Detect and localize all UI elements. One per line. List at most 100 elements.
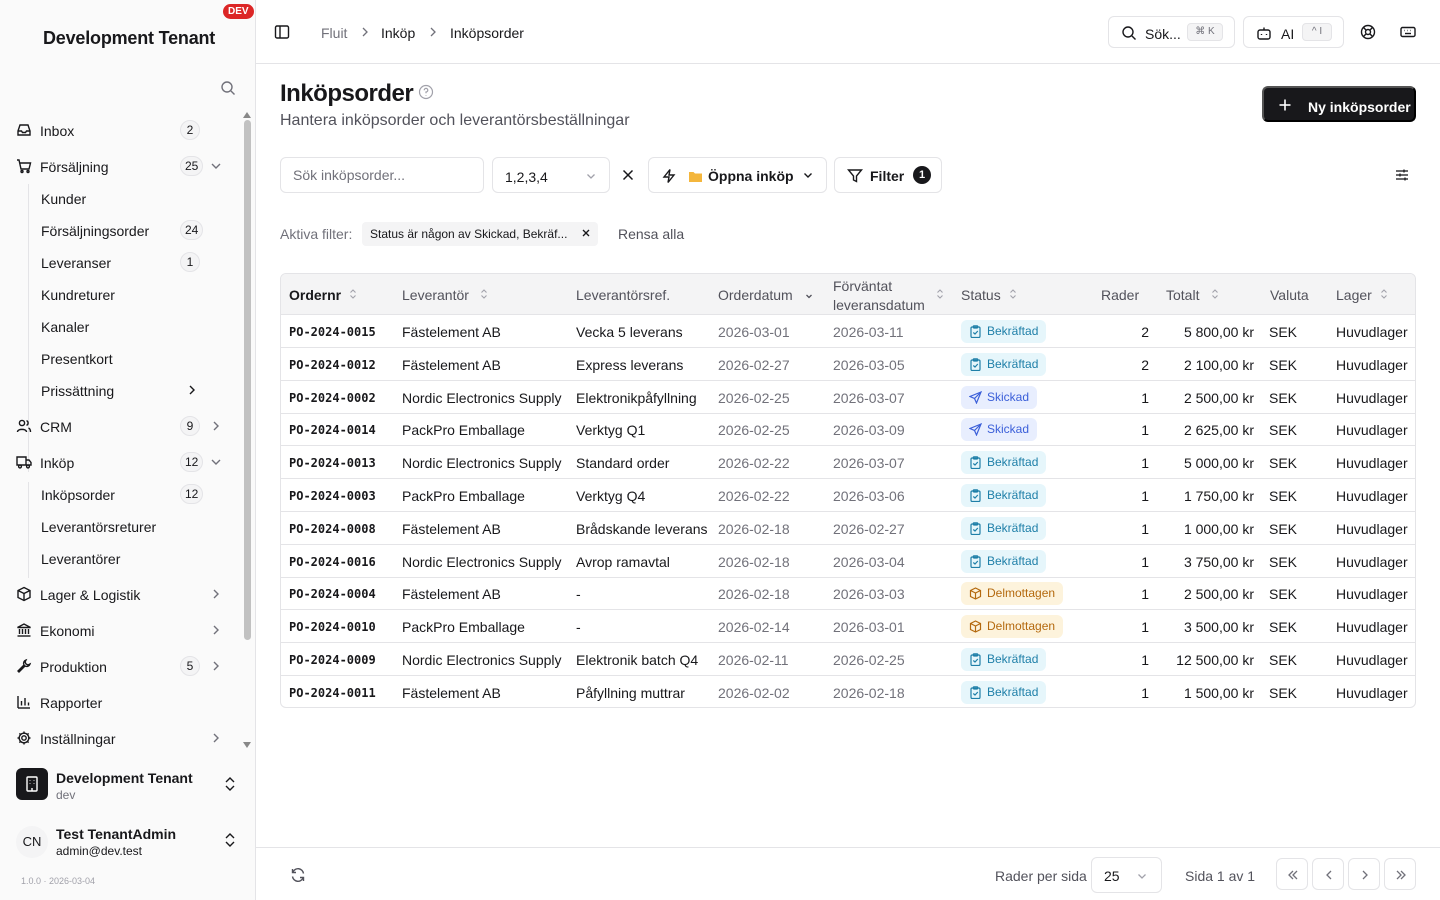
col-order-date[interactable]: Orderdatum <box>718 287 793 303</box>
scroll-thumb[interactable] <box>244 120 251 640</box>
sidebar-toggle-icon[interactable] <box>274 24 290 40</box>
table-row[interactable]: PO-2024-0013 Nordic Electronics Supply Sta… <box>281 446 1415 480</box>
col-total[interactable]: Totalt <box>1166 287 1199 303</box>
chevron-right-icon <box>1362 870 1368 880</box>
sidebar-item-label: Leverantörer <box>41 551 121 567</box>
sidebar-item-kanaler[interactable]: Kanaler <box>0 310 240 342</box>
table-row[interactable]: PO-2024-0003 PackPro Emballage Verktyg Q4 2… <box>281 479 1415 512</box>
order-number[interactable]: PO-2024-0016 <box>289 555 376 569</box>
sidebar-item-lager-logistik[interactable]: Lager & Logistik <box>0 576 240 612</box>
filter-button[interactable]: Filter 1 <box>834 157 942 193</box>
sidebar-scrollbar[interactable] <box>243 112 251 752</box>
sidebar-search-icon[interactable] <box>220 80 236 96</box>
sidebar-item-forsaljning[interactable]: Försäljning 25 <box>0 148 240 184</box>
sidebar-item-installningar[interactable]: Inställningar <box>0 720 240 752</box>
order-number[interactable]: PO-2024-0012 <box>289 358 376 372</box>
sidebar-item-produktion[interactable]: Produktion 5 <box>0 648 240 684</box>
table-row[interactable]: PO-2024-0008 Fästelement AB Brådskande lev… <box>281 512 1415 545</box>
status-select[interactable]: 1,2,3,4 <box>492 157 610 193</box>
org-name: Development Tenant <box>56 770 193 786</box>
col-warehouse[interactable]: Lager <box>1336 287 1372 303</box>
help-icon[interactable] <box>418 84 434 100</box>
sidebar-item-ekonomi[interactable]: Ekonomi <box>0 612 240 648</box>
keyboard-icon[interactable] <box>1400 24 1416 40</box>
sidebar-item-prissattning[interactable]: Prissättning <box>0 374 240 406</box>
order-number[interactable]: PO-2024-0009 <box>289 653 376 667</box>
sidebar-item-leverantorsreturer[interactable]: Leverantörsreturer <box>0 510 240 542</box>
sort-icon[interactable] <box>936 289 944 299</box>
warehouse: Huvudlager <box>1336 455 1408 472</box>
sort-icon[interactable] <box>1211 289 1219 299</box>
clear-selection-icon[interactable] <box>620 167 636 183</box>
remove-filter-icon[interactable] <box>580 227 592 239</box>
table-row[interactable]: PO-2024-0014 PackPro Emballage Verktyg Q1 2… <box>281 413 1415 447</box>
table-row[interactable]: PO-2024-0010 PackPro Emballage - 2026-02-14… <box>281 610 1415 644</box>
rows-per-page-select[interactable]: 25 <box>1091 857 1162 893</box>
scroll-up-arrow[interactable] <box>243 112 251 118</box>
previous-page-button[interactable] <box>1312 858 1344 890</box>
order-date: 2026-02-25 <box>718 389 790 406</box>
sidebar-item-forsaljningsorder[interactable]: Försäljningsorder 24 <box>0 214 240 246</box>
table-row[interactable]: PO-2024-0012 Fästelement AB Express levera… <box>281 348 1415 381</box>
saved-view-button[interactable]: Öppna inköp <box>648 157 827 193</box>
col-expected-2[interactable]: leveransdatum <box>833 297 925 313</box>
warehouse: Huvudlager <box>1336 586 1408 603</box>
order-number[interactable]: PO-2024-0013 <box>289 456 376 470</box>
table-row[interactable]: PO-2024-0016 Nordic Electronics Supply Avr… <box>281 545 1415 578</box>
sidebar-item-kunder[interactable]: Kunder <box>0 182 240 214</box>
sort-icon[interactable] <box>1009 289 1017 299</box>
global-search-button[interactable]: Sök... ⌘ K <box>1108 16 1235 48</box>
order-number[interactable]: PO-2024-0011 <box>289 686 376 700</box>
next-page-button[interactable] <box>1348 858 1380 890</box>
breadcrumb-item[interactable]: Inköp <box>381 25 415 41</box>
table-row[interactable]: PO-2024-0009 Nordic Electronics Supply Ele… <box>281 643 1415 676</box>
status-label: Delmottagen <box>987 619 1056 634</box>
sidebar-item-inkop[interactable]: Inköp 12 <box>0 444 240 480</box>
scroll-down-arrow[interactable] <box>243 742 251 748</box>
sidebar-item-label: Kunder <box>41 191 87 207</box>
refresh-icon[interactable] <box>290 867 306 883</box>
order-number[interactable]: PO-2024-0002 <box>289 391 376 405</box>
table-row[interactable]: PO-2024-0015 Fästelement AB Vecka 5 levera… <box>281 315 1415 348</box>
sort-icon[interactable] <box>480 289 488 299</box>
status-badge: Skickad <box>961 385 1038 409</box>
sidebar-item-leveranser[interactable]: Leveranser 1 <box>0 246 240 278</box>
sidebar-item-leverantorer[interactable]: Leverantörer <box>0 542 240 574</box>
top-header: Fluit Inköp Inköpsorder Sök... ⌘ K AI ^ … <box>256 0 1440 64</box>
order-number[interactable]: PO-2024-0010 <box>289 620 376 634</box>
sidebar-item-rapporter[interactable]: Rapporter <box>0 684 240 720</box>
col-status[interactable]: Status <box>961 287 1001 303</box>
order-number[interactable]: PO-2024-0003 <box>289 489 376 503</box>
order-number[interactable]: PO-2024-0014 <box>289 423 376 437</box>
tenant-title: Development Tenant <box>43 28 216 48</box>
order-number[interactable]: PO-2024-0015 <box>289 325 376 339</box>
last-page-button[interactable] <box>1384 858 1416 890</box>
table-row[interactable]: PO-2024-0004 Fästelement AB - 2026-02-18 202… <box>281 577 1415 611</box>
sidebar-item-inbox[interactable]: Inbox 2 <box>0 112 240 148</box>
order-number[interactable]: PO-2024-0004 <box>289 587 376 601</box>
new-purchase-order-button[interactable]: Ny inköpsorder <box>1262 86 1416 122</box>
sort-icon[interactable] <box>1380 289 1388 299</box>
first-page-button[interactable] <box>1276 858 1308 890</box>
sidebar-item-inkopsorder[interactable]: Inköpsorder 12 <box>0 478 240 510</box>
breadcrumb-item[interactable]: Fluit <box>321 25 347 41</box>
order-number[interactable]: PO-2024-0008 <box>289 522 376 536</box>
sidebar-item-kundreturer[interactable]: Kundreturer <box>0 278 240 310</box>
clear-all-filters-link[interactable]: Rensa alla <box>618 226 684 242</box>
currency: SEK <box>1269 586 1298 603</box>
sidebar-item-presentkort[interactable]: Presentkort <box>0 342 240 374</box>
order-search-input[interactable] <box>280 157 484 193</box>
sort-desc-icon[interactable] <box>805 289 813 299</box>
sidebar-item-crm[interactable]: CRM 9 <box>0 408 240 444</box>
col-ordernr[interactable]: Ordernr <box>289 287 341 303</box>
ai-assistant-button[interactable]: AI ^ I <box>1243 16 1344 48</box>
table-row[interactable]: PO-2024-0002 Nordic Electronics Supply Ele… <box>281 381 1415 414</box>
sliders-icon[interactable] <box>1394 167 1410 183</box>
sort-icon[interactable] <box>349 289 357 299</box>
table-row[interactable]: PO-2024-0011 Fästelement AB Påfyllning mut… <box>281 676 1415 707</box>
col-expected-1[interactable]: Förväntat <box>833 278 892 294</box>
col-supplier[interactable]: Leverantör <box>402 287 469 303</box>
search-label: Sök... <box>1145 26 1181 42</box>
plus-icon <box>1279 99 1291 111</box>
help-circle-icon[interactable] <box>1360 24 1376 40</box>
